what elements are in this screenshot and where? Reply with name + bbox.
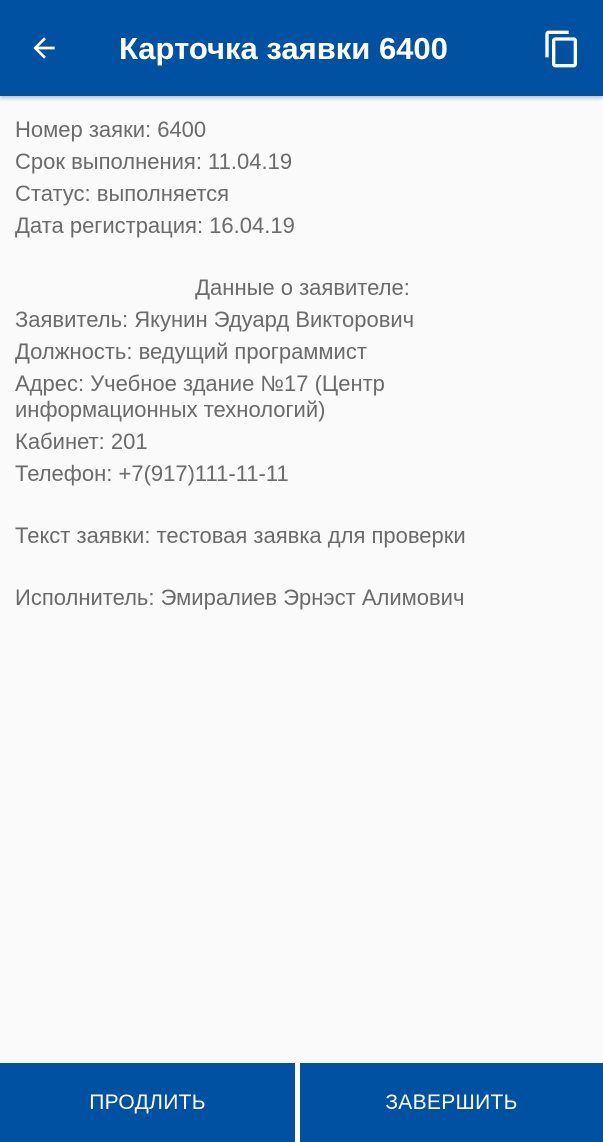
bottom-action-bar: ПРОДЛИТЬ ЗАВЕРШИТЬ bbox=[0, 1063, 603, 1142]
request-number: Номер заяки: 6400 bbox=[15, 117, 207, 142]
request-details: Номер заяки: 6400 Срок выполнения: 11.04… bbox=[15, 114, 590, 614]
applicant-phone: Телефон: +7(917)111-11-11 bbox=[15, 461, 289, 486]
applicant-position: Должность: ведущий программист bbox=[15, 339, 367, 364]
request-text: Текст заявки: тестовая заявка для провер… bbox=[15, 523, 466, 548]
copy-button[interactable] bbox=[535, 22, 589, 76]
back-button[interactable] bbox=[18, 22, 70, 74]
applicant-name: Заявитель: Якунин Эдуард Викторович bbox=[15, 307, 415, 332]
app-bar: Карточка заявки 6400 bbox=[0, 0, 603, 96]
request-status: Статус: выполняется bbox=[15, 181, 230, 206]
request-registration-date: Дата регистрация: 16.04.19 bbox=[15, 213, 295, 238]
complete-button[interactable]: ЗАВЕРШИТЬ bbox=[300, 1063, 603, 1142]
arrow-left-icon bbox=[33, 37, 55, 59]
applicant-office: Кабинет: 201 bbox=[15, 429, 148, 454]
extend-button[interactable]: ПРОДЛИТЬ bbox=[0, 1063, 295, 1142]
page-title: Карточка заявки 6400 bbox=[119, 31, 448, 66]
copy-icon bbox=[545, 30, 577, 68]
request-executor: Исполнитель: Эмиралиев Эрнэст Алимович bbox=[15, 585, 465, 610]
request-deadline: Срок выполнения: 11.04.19 bbox=[15, 149, 293, 174]
applicant-section-title: Данные о заявителе: bbox=[195, 275, 410, 300]
applicant-address: Адрес: Учебное здание №17 (Центр информа… bbox=[15, 371, 385, 422]
